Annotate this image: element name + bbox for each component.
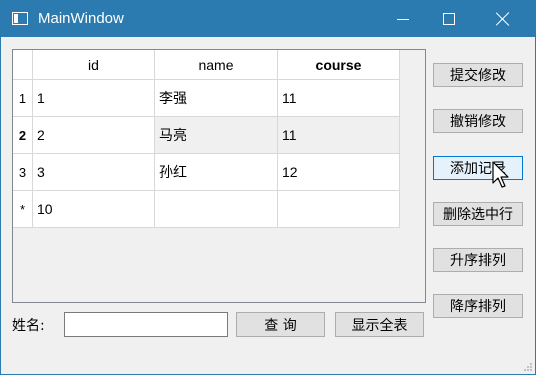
table-cell[interactable]: 12 (278, 154, 400, 191)
table-cell[interactable]: 1 (33, 80, 155, 117)
sort-descending-button[interactable]: 降序排列 (433, 294, 523, 318)
revert-button[interactable]: 撤销修改 (433, 109, 523, 133)
table-cell[interactable]: 3 (33, 154, 155, 191)
data-table[interactable]: id name course 1 2 3 * 1 李强 11 2 马亮 11 3… (12, 49, 426, 303)
resize-grip-icon[interactable] (523, 362, 533, 372)
app-window-icon (12, 12, 28, 25)
name-label: 姓名: (12, 318, 45, 334)
column-header-course[interactable]: course (278, 50, 400, 80)
row-header-new[interactable]: * (13, 191, 33, 228)
main-window: MainWindow id name course 1 2 3 * 1 李强 1… (0, 0, 536, 375)
table-cell[interactable]: 马亮 (155, 117, 278, 154)
close-icon (496, 12, 510, 26)
table-cell[interactable]: 11 (278, 117, 400, 154)
table-cell[interactable]: 10 (33, 191, 155, 228)
table-cell[interactable]: 2 (33, 117, 155, 154)
minimize-icon (397, 18, 409, 20)
column-header-name[interactable]: name (155, 50, 278, 80)
sort-ascending-button[interactable]: 升序排列 (433, 248, 523, 272)
row-header[interactable]: 1 (13, 80, 33, 117)
close-button[interactable] (480, 1, 526, 37)
commit-button[interactable]: 提交修改 (433, 63, 523, 87)
table-cell[interactable]: 李强 (155, 80, 278, 117)
delete-selected-button[interactable]: 删除选中行 (433, 202, 523, 226)
table-corner-button[interactable] (13, 50, 33, 80)
table-cell[interactable]: 孙红 (155, 154, 278, 191)
table-cell[interactable] (278, 191, 400, 228)
minimize-button[interactable] (380, 1, 426, 37)
table-cell[interactable] (155, 191, 278, 228)
name-search-input[interactable] (64, 312, 228, 337)
show-all-button[interactable]: 显示全表 (335, 312, 424, 337)
query-button[interactable]: 查 询 (236, 312, 325, 337)
column-header-id[interactable]: id (33, 50, 155, 80)
maximize-icon (443, 13, 455, 25)
row-header[interactable]: 2 (13, 117, 33, 154)
title-bar[interactable]: MainWindow (1, 1, 535, 37)
table-cell[interactable]: 11 (278, 80, 400, 117)
mouse-pointer-icon (492, 161, 509, 188)
row-header[interactable]: 3 (13, 154, 33, 191)
maximize-button[interactable] (426, 1, 472, 37)
window-title: MainWindow (38, 10, 124, 27)
